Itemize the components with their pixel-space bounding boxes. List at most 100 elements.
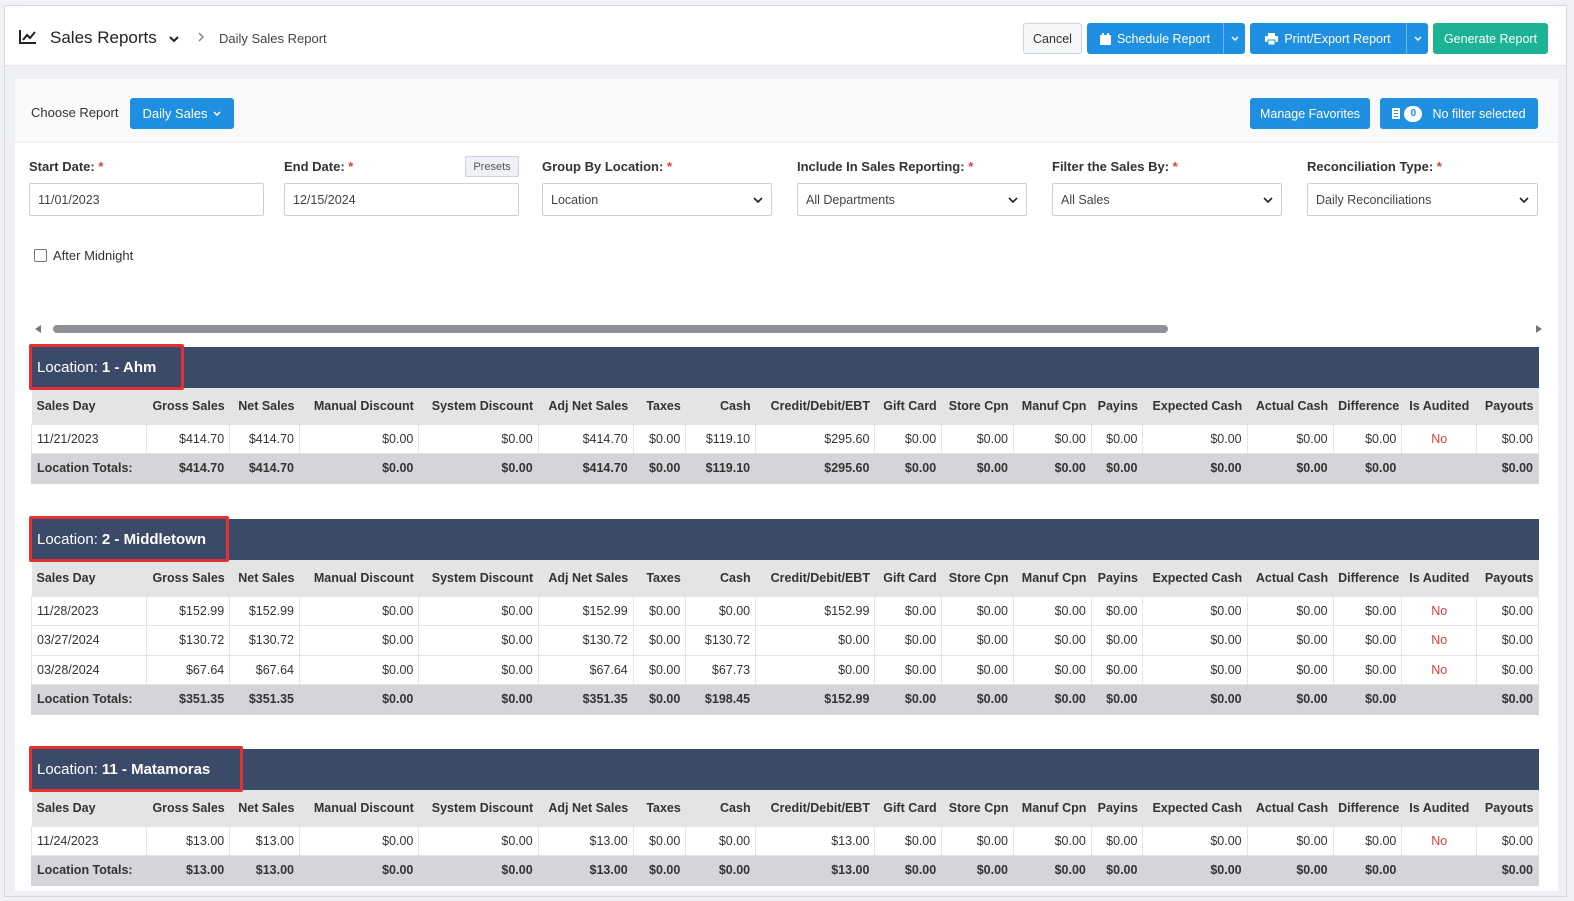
- totals-cell: $13.00: [146, 855, 231, 886]
- filter-status-button[interactable]: 0 No filter selected: [1380, 98, 1538, 129]
- schedule-report-button[interactable]: Schedule Report: [1087, 23, 1223, 54]
- totals-cell: $0.00: [685, 855, 757, 886]
- totals-cell: $0.00: [1246, 684, 1334, 715]
- horizontal-scrollbar[interactable]: [31, 323, 1542, 335]
- column-header[interactable]: Credit/Debit/EBT: [755, 388, 875, 424]
- column-header[interactable]: Adj Net Sales: [538, 790, 634, 826]
- column-header[interactable]: System Discount: [418, 388, 539, 424]
- column-header[interactable]: Difference: [1333, 790, 1402, 826]
- column-header[interactable]: Sales Day: [31, 388, 147, 424]
- column-header[interactable]: Credit/Debit/EBT: [755, 560, 875, 596]
- column-header[interactable]: Payins: [1091, 790, 1143, 826]
- column-header[interactable]: Taxes: [633, 790, 686, 826]
- chevron-right-icon: [198, 32, 205, 42]
- column-header[interactable]: Difference: [1333, 388, 1402, 424]
- app-frame: Sales Reports Daily Sales Report Cancel …: [4, 5, 1567, 897]
- column-header[interactable]: Expected Cash: [1142, 560, 1248, 596]
- column-header[interactable]: Manual Discount: [299, 560, 419, 596]
- column-header[interactable]: Gross Sales: [146, 790, 230, 826]
- column-header[interactable]: Net Sales: [229, 790, 300, 826]
- filter-by-select[interactable]: All Sales: [1052, 183, 1282, 216]
- column-header[interactable]: Payouts: [1476, 388, 1539, 424]
- column-header[interactable]: Gross Sales: [146, 560, 230, 596]
- column-header[interactable]: Payins: [1091, 560, 1143, 596]
- chevron-down-icon[interactable]: [167, 32, 181, 46]
- column-header[interactable]: Is Audited: [1401, 388, 1477, 424]
- column-header[interactable]: Manuf Cpn: [1013, 560, 1092, 596]
- table-cell: $13.00: [146, 825, 231, 856]
- column-header[interactable]: Payins: [1091, 388, 1143, 424]
- column-header[interactable]: Payouts: [1476, 790, 1539, 826]
- table-cell: $0.00: [298, 595, 420, 626]
- column-header[interactable]: Sales Day: [31, 560, 147, 596]
- table-cell: $0.00: [941, 654, 1014, 685]
- column-header[interactable]: Adj Net Sales: [538, 388, 634, 424]
- column-header[interactable]: Store Cpn: [941, 560, 1014, 596]
- column-header[interactable]: Cash: [685, 790, 756, 826]
- column-header[interactable]: Taxes: [633, 388, 686, 424]
- column-header[interactable]: Net Sales: [229, 388, 300, 424]
- table-cell: $0.00: [1476, 625, 1539, 656]
- column-header[interactable]: Actual Cash: [1247, 388, 1334, 424]
- column-header[interactable]: Net Sales: [229, 560, 300, 596]
- report-select-dropdown[interactable]: Daily Sales: [130, 98, 234, 129]
- column-header[interactable]: Payouts: [1476, 560, 1539, 596]
- column-header[interactable]: System Discount: [418, 790, 539, 826]
- column-header[interactable]: Cash: [685, 388, 756, 424]
- scroll-left-icon[interactable]: [35, 325, 41, 333]
- chevron-down-icon: [753, 197, 763, 204]
- column-header[interactable]: System Discount: [418, 560, 539, 596]
- table-cell: $0.00: [1090, 595, 1144, 626]
- column-header[interactable]: Store Cpn: [941, 388, 1014, 424]
- column-header[interactable]: Manual Discount: [299, 790, 419, 826]
- column-header[interactable]: Cash: [685, 560, 756, 596]
- end-date-input[interactable]: 12/15/2024: [284, 183, 519, 216]
- after-midnight-checkbox[interactable]: [34, 249, 47, 262]
- chevron-down-icon: [1008, 197, 1018, 204]
- column-header[interactable]: Is Audited: [1401, 790, 1477, 826]
- page-title[interactable]: Sales Reports: [50, 28, 157, 48]
- column-header[interactable]: Taxes: [633, 560, 686, 596]
- generate-report-button[interactable]: Generate Report: [1433, 23, 1548, 54]
- start-date-input[interactable]: 11/01/2023: [29, 183, 264, 216]
- totals-cell: Location Totals:: [30, 684, 148, 715]
- group-by-select[interactable]: Location: [542, 183, 772, 216]
- column-header[interactable]: Gift Card: [874, 790, 942, 826]
- column-header[interactable]: Difference: [1333, 560, 1402, 596]
- column-header[interactable]: Expected Cash: [1142, 790, 1248, 826]
- scroll-right-icon[interactable]: [1536, 325, 1542, 333]
- include-select[interactable]: All Departments: [797, 183, 1027, 216]
- column-header[interactable]: Manuf Cpn: [1013, 388, 1092, 424]
- totals-cell: $0.00: [874, 684, 943, 715]
- table-cell: No: [1401, 625, 1478, 656]
- column-header[interactable]: Gift Card: [874, 388, 942, 424]
- highlight-box: [29, 746, 243, 792]
- column-header[interactable]: Actual Cash: [1247, 790, 1334, 826]
- totals-row: Location Totals: $351.35 $351.35 $0.00 $0.00…: [30, 684, 1539, 715]
- table-cell: $0.00: [685, 825, 757, 856]
- cancel-button[interactable]: Cancel: [1023, 23, 1082, 54]
- column-header[interactable]: Actual Cash: [1247, 560, 1334, 596]
- column-header[interactable]: Expected Cash: [1142, 388, 1248, 424]
- scrollbar-thumb[interactable]: [53, 325, 1168, 333]
- column-header[interactable]: Gift Card: [874, 560, 942, 596]
- recon-type-select[interactable]: Daily Reconciliations: [1307, 183, 1538, 216]
- manage-favorites-button[interactable]: Manage Favorites: [1250, 98, 1370, 129]
- print-export-dropdown[interactable]: [1406, 23, 1428, 54]
- column-header[interactable]: Store Cpn: [941, 790, 1014, 826]
- column-header[interactable]: Sales Day: [31, 790, 147, 826]
- table-cell: $0.00: [755, 625, 876, 656]
- totals-cell: $0.00: [1332, 855, 1403, 886]
- presets-button[interactable]: Presets: [465, 156, 519, 177]
- print-export-button[interactable]: Print/Export Report: [1250, 23, 1406, 54]
- column-header[interactable]: Is Audited: [1401, 560, 1477, 596]
- column-header[interactable]: Adj Net Sales: [538, 560, 634, 596]
- column-header[interactable]: Gross Sales: [146, 388, 230, 424]
- column-header[interactable]: Manual Discount: [299, 388, 419, 424]
- totals-cell: $295.60: [755, 453, 876, 484]
- totals-cell: $0.00: [1246, 453, 1334, 484]
- column-header[interactable]: Manuf Cpn: [1013, 790, 1092, 826]
- totals-cell: [1401, 855, 1478, 886]
- column-header[interactable]: Credit/Debit/EBT: [755, 790, 875, 826]
- schedule-report-dropdown[interactable]: [1223, 23, 1245, 54]
